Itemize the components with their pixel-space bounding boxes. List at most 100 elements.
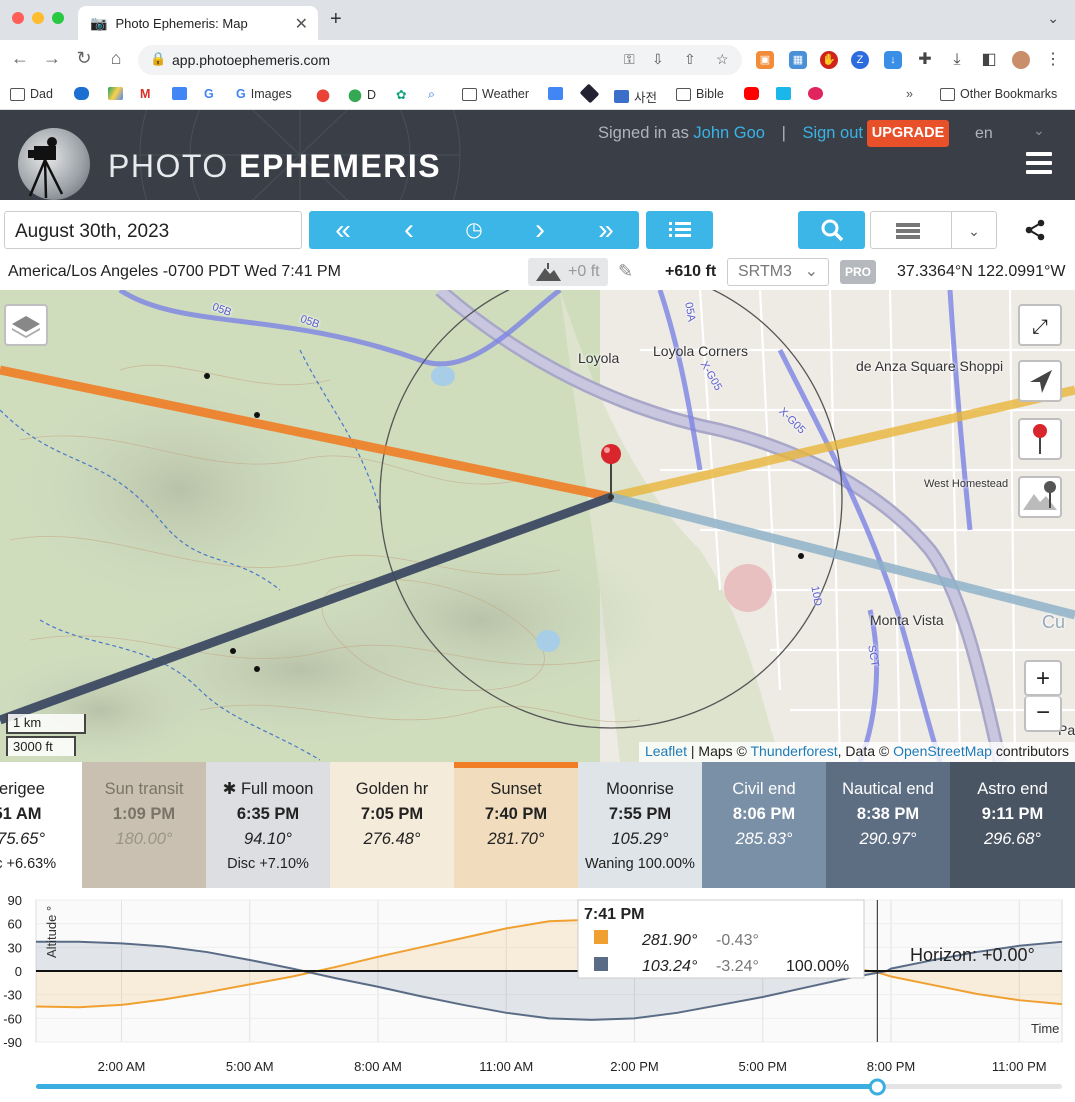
- home-icon[interactable]: ⌂: [104, 48, 128, 69]
- event-time: 8:38 PM: [856, 805, 920, 823]
- tab-close-icon[interactable]: ✕: [295, 14, 308, 34]
- event-card[interactable]: Perigee:51 AM 275.65° sc +6.63%: [0, 762, 82, 888]
- bookmark-google[interactable]: G: [204, 87, 214, 101]
- next-fast-button[interactable]: »: [573, 211, 639, 249]
- bookmark-gmail[interactable]: M: [140, 87, 150, 101]
- bookmark-bible[interactable]: Bible: [676, 87, 724, 101]
- bookmarks-overflow-icon[interactable]: »: [906, 87, 913, 101]
- zoom-in-button[interactable]: +: [1024, 660, 1062, 696]
- hamburger-menu-icon[interactable]: [1026, 152, 1052, 174]
- elevation-offset-toggle[interactable]: +0 ft: [528, 258, 608, 286]
- bookmark-maps[interactable]: ⬤: [316, 87, 330, 102]
- upgrade-button[interactable]: UPGRADE: [867, 120, 949, 147]
- fullscreen-button[interactable]: ⤢: [1018, 304, 1062, 346]
- back-arrow-icon[interactable]: ←: [8, 48, 32, 69]
- prev-button[interactable]: ‹: [377, 211, 441, 249]
- y-tick-label: 30: [8, 940, 22, 955]
- forward-arrow-icon[interactable]: →: [40, 48, 64, 69]
- event-card[interactable]: Golden hr 7:05 PM 276.48°: [330, 762, 454, 888]
- bookmark-flower[interactable]: [808, 87, 823, 100]
- event-card[interactable]: Moonrise 7:55 PM 105.29° Waning 100.00%: [578, 762, 702, 888]
- minimize-window-button[interactable]: [32, 12, 44, 24]
- reload-icon[interactable]: ↻: [72, 48, 96, 69]
- bookmark-dictionary[interactable]: 사전: [614, 87, 657, 106]
- leaflet-link[interactable]: Leaflet: [645, 743, 687, 759]
- event-card[interactable]: ✱ Full moon 6:35 PM 94.10° Disc +7.10%: [206, 762, 330, 888]
- prev-fast-button[interactable]: «: [309, 211, 377, 249]
- zoom-out-button[interactable]: −: [1024, 696, 1062, 732]
- search-button[interactable]: [798, 211, 865, 249]
- bookmark-hex[interactable]: [579, 83, 600, 104]
- extension-icon-2[interactable]: ▦: [789, 51, 807, 69]
- new-tab-button[interactable]: +: [330, 8, 342, 31]
- mountain-pin-icon: [1023, 481, 1057, 510]
- bookmark-search[interactable]: ⌕: [428, 87, 435, 102]
- altitude-chart[interactable]: 90 60 30 0 -30 -60 -90 Altitude ° 2:00 AM 5:00 AM…: [0, 888, 1075, 1097]
- address-bar[interactable]: 🔒 app.photoephemeris.com ⚿ ⇩ ⇧ ☆: [138, 45, 742, 75]
- bookmark-drive[interactable]: [108, 87, 123, 100]
- extension-icon-3[interactable]: ✋: [820, 51, 838, 69]
- timeline-handle[interactable]: [868, 1078, 886, 1096]
- event-card[interactable]: Nautical end 8:38 PM 290.97°: [826, 762, 950, 888]
- key-icon[interactable]: ⚿: [624, 51, 635, 68]
- now-button[interactable]: ◷: [441, 211, 507, 249]
- bookmark-vimeo[interactable]: [776, 87, 791, 100]
- date-input[interactable]: August 30th, 2023: [4, 211, 302, 249]
- install-icon[interactable]: ⇩: [652, 51, 664, 68]
- extension-icon-4[interactable]: Z: [851, 51, 869, 69]
- dem-select[interactable]: SRTM3 ⌄: [727, 258, 829, 286]
- language-select[interactable]: en: [975, 125, 993, 143]
- profile-avatar[interactable]: [1012, 51, 1030, 69]
- events-list-button[interactable]: [646, 211, 713, 249]
- chevron-down-icon[interactable]: ⌄: [1033, 122, 1045, 139]
- bookmark-other[interactable]: Other Bookmarks: [940, 87, 1057, 101]
- bookmark-translate[interactable]: [548, 87, 563, 100]
- more-menu-icon[interactable]: ⋮: [1044, 51, 1062, 69]
- event-name: Astro end: [977, 780, 1048, 798]
- bookmark-images[interactable]: G Images: [236, 87, 292, 101]
- share-icon[interactable]: [1024, 219, 1046, 247]
- bookmark-d[interactable]: ⬤ D: [348, 87, 376, 103]
- browser-tab[interactable]: 📷 Photo Ephemeris: Map ✕: [78, 6, 318, 40]
- map-label: West Homestead: [924, 478, 1009, 490]
- coordinates-text[interactable]: 37.3364°N 122.0991°W: [897, 263, 1065, 281]
- bookmark-onedrive[interactable]: [74, 87, 89, 100]
- extension-icon-5[interactable]: ↓: [884, 51, 902, 69]
- locate-button[interactable]: [1018, 360, 1062, 402]
- bookmark-chatgpt[interactable]: ✿: [396, 87, 406, 102]
- browser-tab-bar: 📷 Photo Ephemeris: Map ✕ + ⌄: [0, 0, 1075, 40]
- bookmark-star-icon[interactable]: ☆: [716, 51, 729, 68]
- maximize-window-button[interactable]: [52, 12, 64, 24]
- layers-dropdown-chevron-icon[interactable]: ⌄: [951, 211, 997, 249]
- event-time: 7:05 PM: [360, 805, 424, 823]
- bookmark-dad[interactable]: Dad: [10, 87, 53, 101]
- event-name: Nautical end: [842, 780, 934, 798]
- layers-toggle-button[interactable]: [870, 211, 952, 249]
- osm-link[interactable]: OpenStreetMap: [893, 743, 992, 759]
- sign-out-link[interactable]: Sign out: [802, 124, 863, 142]
- extension-icon-1[interactable]: ▣: [756, 51, 774, 69]
- map-layers-button[interactable]: [4, 304, 48, 346]
- event-card[interactable]: Civil end 8:06 PM 285.83°: [702, 762, 826, 888]
- user-link[interactable]: John Goo: [693, 124, 765, 142]
- next-button[interactable]: ›: [507, 211, 573, 249]
- edit-pencil-icon[interactable]: ✎: [618, 261, 633, 282]
- sidepanel-icon[interactable]: ◧: [980, 51, 998, 69]
- close-window-button[interactable]: [12, 12, 24, 24]
- secondary-pin-button[interactable]: [1018, 476, 1062, 518]
- event-card[interactable]: Sunset 7:40 PM 281.70°: [454, 762, 578, 888]
- event-card[interactable]: Astro end 9:11 PM 296.68°: [950, 762, 1075, 888]
- bookmark-calendar[interactable]: [172, 87, 187, 100]
- thunderforest-link[interactable]: Thunderforest: [750, 743, 837, 759]
- share-page-icon[interactable]: ⇧: [684, 51, 696, 68]
- bookmark-youtube[interactable]: [744, 87, 759, 100]
- download-icon[interactable]: ⤓: [948, 51, 966, 69]
- tab-search-chevron-icon[interactable]: ⌄: [1047, 10, 1059, 27]
- bookmark-weather[interactable]: Weather: [462, 87, 529, 101]
- primary-pin-button[interactable]: [1018, 418, 1062, 460]
- map-view[interactable]: Loyola Loyola Corners de Anza Square Sho…: [0, 290, 1075, 762]
- logo[interactable]: [18, 128, 90, 200]
- event-angle: 290.97°: [859, 830, 917, 848]
- puzzle-icon[interactable]: ✚: [916, 51, 934, 69]
- event-card[interactable]: Sun transit 1:09 PM 180.00°: [82, 762, 206, 888]
